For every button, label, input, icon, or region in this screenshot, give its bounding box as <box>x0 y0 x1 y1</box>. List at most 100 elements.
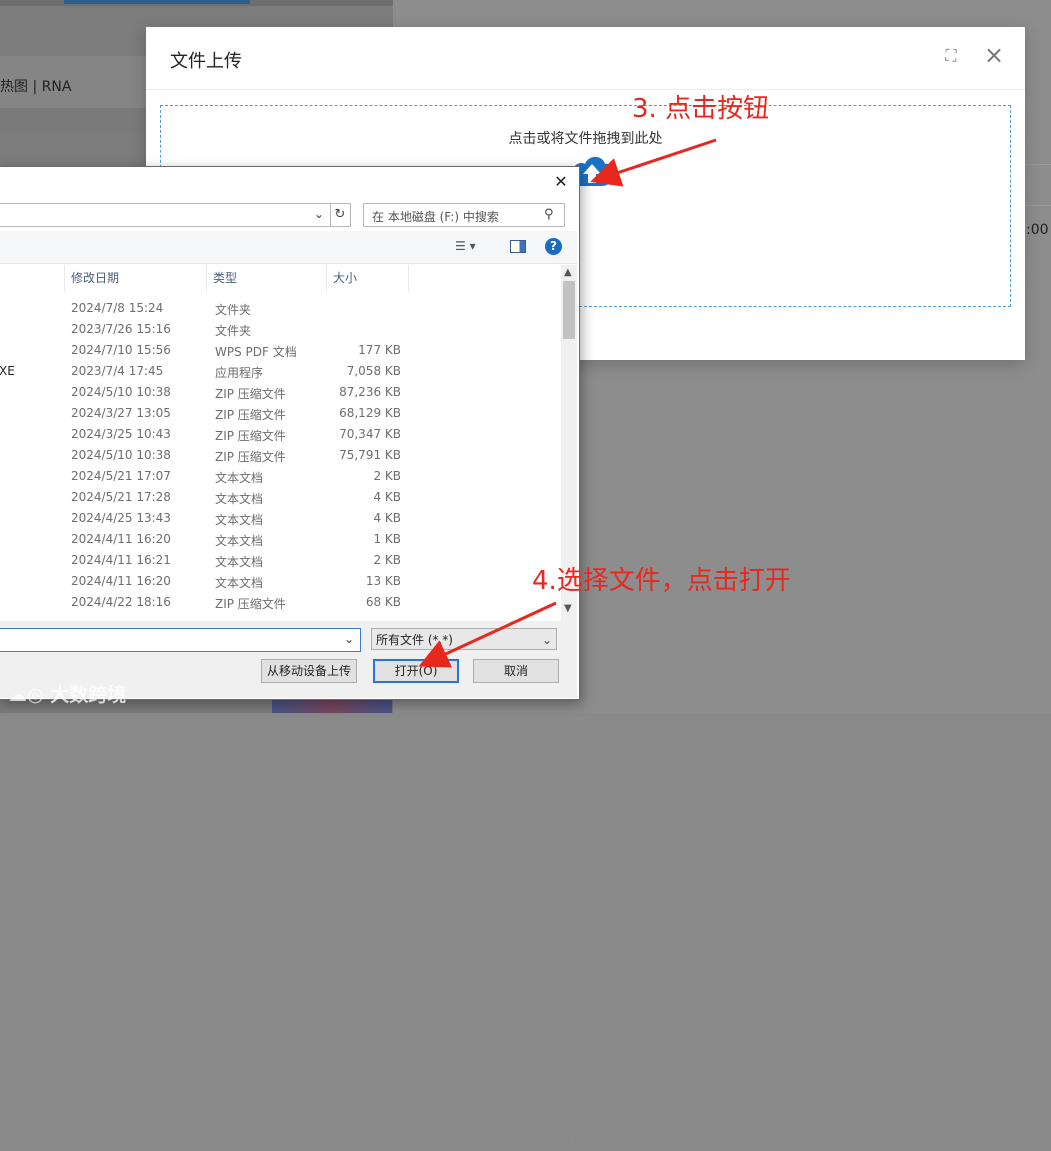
close-icon[interactable]: × <box>982 43 1006 67</box>
file-type: 应用程序 <box>215 366 264 380</box>
file-date: 2024/5/10 10:38 <box>71 448 171 462</box>
upload-from-mobile-button[interactable]: 从移动设备上传 <box>261 659 357 683</box>
file-date: 2024/4/11 16:20 <box>71 574 171 588</box>
file-size: 87,236 KB <box>339 385 401 399</box>
dialog-toolbar: ☰ ▾ ? <box>0 231 577 264</box>
file-size: 4 KB <box>373 511 401 525</box>
file-row[interactable]: 2024/5/10 10:38 ZIP 压缩文件 87,236 KB <box>0 382 559 403</box>
search-icon: ⚲ <box>544 207 554 222</box>
file-type: 文件夹 <box>215 303 252 317</box>
file-row[interactable]: 2024/7/8 15:24 文件夹 <box>0 298 559 319</box>
file-date: 2024/4/25 13:43 <box>71 511 171 525</box>
file-row[interactable]: 2024/5/21 17:07 文本文档 2 KB <box>0 466 559 487</box>
file-row[interactable]: 2024/4/11 16:20 文本文档 13 KB <box>0 571 559 592</box>
file-type: 文本文档 <box>215 576 264 590</box>
background-title: 热图 | RNA <box>0 79 72 95</box>
refresh-icon[interactable]: ↻ <box>330 203 351 227</box>
modal-header: 文件上传 ⛶ × <box>146 27 1025 90</box>
cancel-button[interactable]: 取消 <box>473 659 559 683</box>
file-date: 2024/3/27 13:05 <box>71 406 171 420</box>
file-type: 文本文档 <box>215 471 264 485</box>
file-type: 文件夹 <box>215 324 252 338</box>
resize-grip-icon[interactable]: ⋰ <box>565 1141 574 1151</box>
watermark-text: 大数跨境 <box>50 684 127 706</box>
file-size: 2 KB <box>373 553 401 567</box>
file-type: 文本文档 <box>215 555 264 569</box>
file-size: 4 KB <box>373 490 401 504</box>
file-date: 2024/4/11 16:21 <box>71 553 171 567</box>
file-list: 修改日期 类型 大小 2024/7/8 15:24 文件夹 2023/7/26 15… <box>0 265 559 621</box>
file-type: ZIP 压缩文件 <box>215 387 286 401</box>
file-name: XE <box>0 364 15 378</box>
help-icon[interactable]: ? <box>545 238 562 255</box>
watermark-logo: ☁◎ 大数跨境 <box>8 680 126 707</box>
chevron-down-icon: ⌄ <box>541 633 552 647</box>
background-divider <box>1025 205 1051 206</box>
file-size: 75,791 KB <box>339 448 401 462</box>
file-date: 2023/7/4 17:45 <box>71 364 164 378</box>
file-row[interactable]: XE 2023/7/4 17:45 应用程序 7,058 KB <box>0 361 559 382</box>
file-row[interactable]: 2024/5/21 17:28 文本文档 4 KB <box>0 487 559 508</box>
scroll-up-icon[interactable]: ▲ <box>564 267 572 278</box>
file-size: 177 KB <box>358 343 401 357</box>
address-bar[interactable]: ⌄ <box>0 203 331 227</box>
file-row[interactable]: 2024/4/11 16:20 文本文档 1 KB <box>0 529 559 550</box>
annotation-step4: 4.选择文件，点击打开 <box>532 566 791 596</box>
annotation-step3: 3. 点击按钮 <box>632 94 770 124</box>
file-size: 13 KB <box>365 574 401 588</box>
scrollbar-thumb[interactable] <box>563 281 575 339</box>
column-header-size[interactable]: 大小 <box>327 265 409 292</box>
file-type: ZIP 压缩文件 <box>215 597 286 611</box>
file-size: 70,347 KB <box>339 427 401 441</box>
file-date: 2024/4/22 18:16 <box>71 595 171 609</box>
column-header-name[interactable] <box>0 265 65 292</box>
filename-field[interactable]: ⌄ <box>0 628 361 652</box>
preview-pane-icon[interactable] <box>510 240 526 253</box>
column-header-type[interactable]: 类型 <box>207 265 327 292</box>
background-divider <box>1025 164 1051 165</box>
file-date: 2024/5/21 17:07 <box>71 469 171 483</box>
file-row[interactable]: 2024/4/22 18:16 ZIP 压缩文件 68 KB <box>0 592 559 613</box>
file-date: 2023/7/26 15:16 <box>71 322 171 336</box>
file-row[interactable]: 2024/5/10 10:38 ZIP 压缩文件 75,791 KB <box>0 445 559 466</box>
file-date: 2024/3/25 10:43 <box>71 427 171 441</box>
file-type: ZIP 压缩文件 <box>215 429 286 443</box>
file-row[interactable]: 2024/4/11 16:21 文本文档 2 KB <box>0 550 559 571</box>
file-type: WPS PDF 文档 <box>215 345 297 359</box>
file-open-dialog: ✕ ⌄ ↻ 在 本地磁盘 (F:) 中搜索 ⚲ ☰ ▾ ? 修改日期 类型 大小… <box>0 166 580 1151</box>
file-date: 2024/5/10 10:38 <box>71 385 171 399</box>
file-type: 文本文档 <box>215 492 264 506</box>
file-size: 1 KB <box>373 532 401 546</box>
expand-icon[interactable]: ⛶ <box>942 47 960 65</box>
file-date: 2024/7/8 15:24 <box>71 301 164 315</box>
column-header-date[interactable]: 修改日期 <box>65 265 207 292</box>
file-type-select[interactable]: 所有文件 (*.*) ⌄ <box>371 628 557 650</box>
file-size: 68 KB <box>365 595 401 609</box>
file-date: 2024/5/21 17:28 <box>71 490 171 504</box>
file-type: ZIP 压缩文件 <box>215 450 286 464</box>
file-date: 2024/4/11 16:20 <box>71 532 171 546</box>
search-placeholder: 在 本地磁盘 (F:) 中搜索 <box>372 210 499 224</box>
dialog-close-icon[interactable]: ✕ <box>551 172 571 192</box>
file-row[interactable]: 2024/7/10 15:56 WPS PDF 文档 177 KB <box>0 340 559 361</box>
file-type: ZIP 压缩文件 <box>215 408 286 422</box>
background-top-button <box>64 0 250 4</box>
watermark-logo-icon: ☁◎ <box>8 684 51 706</box>
file-type: 文本文档 <box>215 534 264 548</box>
file-row[interactable]: 2024/3/27 13:05 ZIP 压缩文件 68,129 KB <box>0 403 559 424</box>
file-type-value: 所有文件 (*.*) <box>376 633 453 647</box>
view-options-icon[interactable]: ☰ ▾ <box>455 239 476 253</box>
file-size: 7,058 KB <box>346 364 401 378</box>
search-input[interactable]: 在 本地磁盘 (F:) 中搜索 ⚲ <box>363 203 565 227</box>
open-button[interactable]: 打开(O) <box>373 659 459 683</box>
file-type: 文本文档 <box>215 513 264 527</box>
file-row[interactable]: 2024/3/25 10:43 ZIP 压缩文件 70,347 KB <box>0 424 559 445</box>
file-row[interactable]: 2024/4/25 13:43 文本文档 4 KB <box>0 508 559 529</box>
chevron-down-icon[interactable]: ⌄ <box>314 207 324 221</box>
file-row[interactable]: 2023/7/26 15:16 文件夹 <box>0 319 559 340</box>
chevron-down-icon[interactable]: ⌄ <box>344 632 354 646</box>
file-date: 2024/7/10 15:56 <box>71 343 171 357</box>
background-time-text: :00 <box>1026 222 1049 238</box>
dropzone-text: 点击或将文件拖拽到此处 <box>508 131 663 147</box>
scroll-down-icon[interactable]: ▼ <box>564 603 572 614</box>
